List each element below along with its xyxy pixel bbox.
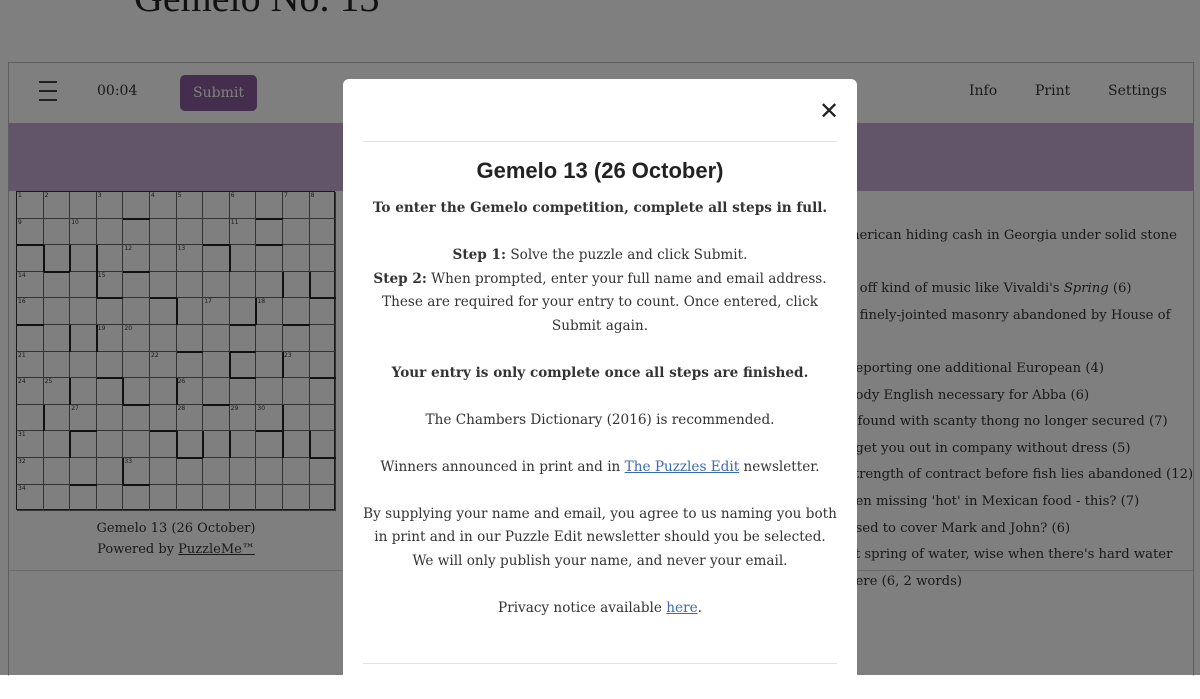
complete-note: Your entry is only complete once all ste… [391,364,809,381]
modal-step-2: Step 2: When prompted, enter your full n… [363,268,837,339]
privacy-link[interactable]: here [666,600,697,616]
privacy-prefix: Privacy notice available [498,599,667,616]
winners-suffix: newsletter. [739,458,820,475]
step-2-text: When prompted, enter your full name and … [382,270,827,334]
step-2-label: Step 2: [373,270,427,287]
step-1-text: Solve the puzzle and click Submit. [506,247,748,263]
winners-note: Winners announced in print and in The Pu… [363,456,837,480]
dictionary-note: The Chambers Dictionary (2016) is recomm… [425,411,775,428]
winners-prefix: Winners announced in print and in [380,458,625,475]
modal-step-1: Step 1: Solve the puzzle and click Submi… [363,244,837,268]
close-icon[interactable]: ✕ [819,99,839,123]
competition-modal: ✕ Gemelo 13 (26 October) To enter the Ge… [343,79,857,699]
modal-intro: To enter the Gemelo competition, complet… [372,200,828,216]
privacy-suffix: . [697,599,702,616]
modal-body: Gemelo 13 (26 October) To enter the Geme… [363,155,837,620]
privacy-note: Privacy notice available here. [363,597,837,621]
modal-divider-bottom [363,663,837,664]
consent-text: By supplying your name and email, you ag… [363,505,837,569]
modal-divider-top [363,141,837,142]
step-1-label: Step 1: [452,247,506,263]
puzzles-edit-link[interactable]: The Puzzles Edit [625,459,740,475]
modal-title: Gemelo 13 (26 October) [476,158,724,183]
